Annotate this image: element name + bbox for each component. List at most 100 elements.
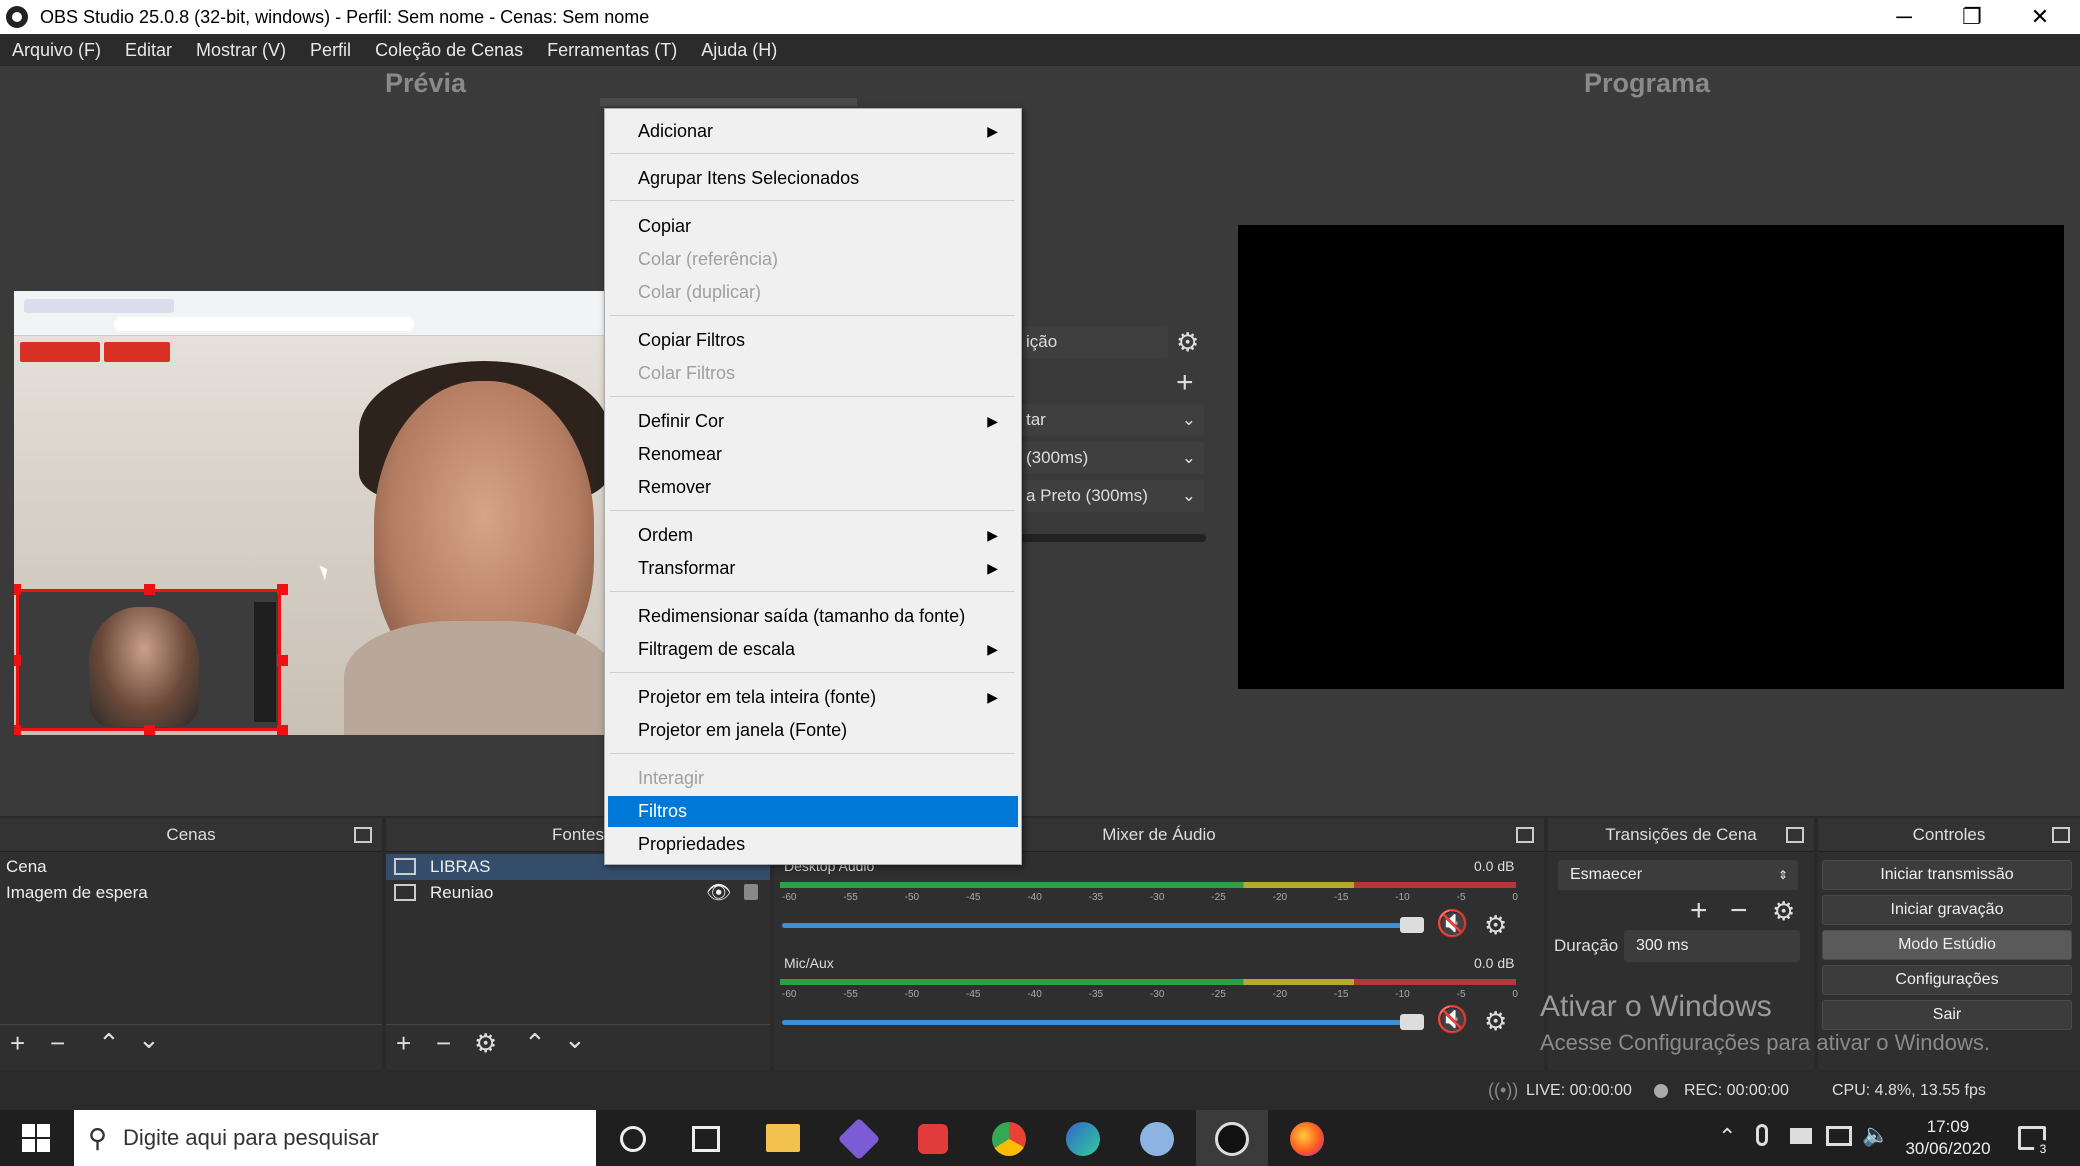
move-down-icon[interactable]: ⌄ <box>138 1026 160 1052</box>
studio-mode-button[interactable]: Modo Estúdio <box>1822 930 2072 960</box>
duplicate-scene-field[interactable]: ição <box>1020 326 1168 358</box>
move-down-icon[interactable]: ⌄ <box>564 1026 586 1052</box>
menu-item-ordem[interactable]: Ordem ▶ <box>608 520 1018 551</box>
close-button[interactable]: ✕ <box>2006 0 2074 34</box>
volume-slider[interactable] <box>782 923 1422 928</box>
volume-slider[interactable] <box>782 1020 1422 1025</box>
task-view-icon[interactable] <box>692 1126 720 1152</box>
app-icon[interactable] <box>837 1117 881 1161</box>
taskbar-search[interactable]: ⚲ Digite aqui para pesquisar <box>74 1110 596 1166</box>
remove-source-icon[interactable]: − <box>436 1030 451 1056</box>
microphone-icon[interactable] <box>1756 1124 1768 1146</box>
menu-arquivo[interactable]: Arquivo (F) <box>0 40 113 61</box>
battery-icon[interactable] <box>1790 1128 1812 1144</box>
resize-handle[interactable] <box>277 655 288 666</box>
file-explorer-icon[interactable] <box>766 1124 800 1152</box>
lock-icon[interactable] <box>744 884 758 900</box>
menu-item-redimensionar[interactable]: Redimensionar saída (tamanho da fonte) <box>608 601 1018 632</box>
scene-item[interactable]: Imagem de espera <box>0 880 382 906</box>
slider-knob[interactable] <box>1400 1014 1424 1030</box>
gear-icon[interactable]: ⚙ <box>474 1030 497 1056</box>
plus-icon[interactable]: + <box>1176 368 1194 398</box>
menu-colecao-cenas[interactable]: Coleção de Cenas <box>363 40 535 61</box>
resize-handle[interactable] <box>14 655 21 666</box>
undock-icon[interactable] <box>1786 827 1804 843</box>
move-up-icon[interactable]: ⌃ <box>524 1030 546 1056</box>
cpu-status: CPU: 4.8%, 13.55 fps <box>1832 1082 1986 1099</box>
chrome-icon[interactable] <box>992 1122 1026 1156</box>
add-scene-icon[interactable]: + <box>10 1030 25 1056</box>
mute-icon[interactable]: 🔇 <box>1436 1006 1468 1032</box>
undock-icon[interactable] <box>354 827 372 843</box>
gear-icon[interactable]: ⚙ <box>1176 329 1199 355</box>
windows-start-icon[interactable] <box>22 1124 50 1152</box>
transition-select-2[interactable]: (300ms) ⌄ <box>1020 442 1204 474</box>
remove-transition-icon[interactable]: − <box>1730 896 1748 926</box>
gear-icon[interactable]: ⚙ <box>1772 898 1795 924</box>
menu-item-definir-cor[interactable]: Definir Cor ▶ <box>608 406 1018 437</box>
mute-icon[interactable]: 🔇 <box>1436 910 1468 936</box>
gear-icon[interactable]: ⚙ <box>1484 1008 1507 1034</box>
remove-scene-icon[interactable]: − <box>50 1030 65 1056</box>
menu-item-colar-referencia[interactable]: Colar (referência) <box>608 244 1018 275</box>
menu-item-colar-duplicar[interactable]: Colar (duplicar) <box>608 277 1018 308</box>
menu-item-copiar-filtros[interactable]: Copiar Filtros <box>608 325 1018 356</box>
chevron-up-icon[interactable]: ⌃ <box>1718 1124 1736 1150</box>
clock[interactable]: 17:09 30/06/2020 <box>1900 1116 1996 1160</box>
start-streaming-button[interactable]: Iniciar transmissão <box>1822 860 2072 890</box>
volume-icon[interactable]: 🔈 <box>1862 1122 1889 1148</box>
transition-progress-bar[interactable] <box>1020 534 1206 542</box>
preview-canvas[interactable] <box>14 291 604 755</box>
menu-editar[interactable]: Editar <box>113 40 184 61</box>
transition-select-1[interactable]: tar ⌄ <box>1020 404 1204 436</box>
menu-item-colar-filtros[interactable]: Colar Filtros <box>608 358 1018 389</box>
transition-type-select[interactable]: Esmaecer ⇕ <box>1558 860 1798 890</box>
libras-source-selected[interactable] <box>16 589 281 731</box>
menu-item-copiar[interactable]: Copiar <box>608 211 1018 242</box>
duration-input[interactable]: 300 ms <box>1624 930 1800 962</box>
undock-icon[interactable] <box>2052 827 2070 843</box>
scene-item[interactable]: Cena <box>0 854 382 880</box>
screen-recorder-icon[interactable] <box>918 1124 948 1154</box>
menu-ajuda[interactable]: Ajuda (H) <box>689 40 789 61</box>
resize-handle[interactable] <box>14 584 21 595</box>
add-transition-icon[interactable]: + <box>1690 896 1708 926</box>
menu-ferramentas[interactable]: Ferramentas (T) <box>535 40 689 61</box>
scenes-title: Cenas <box>166 824 216 844</box>
obs-icon[interactable] <box>1215 1122 1249 1156</box>
gear-icon[interactable]: ⚙ <box>1484 912 1507 938</box>
menu-item-projetor-tela-inteira[interactable]: Projetor em tela inteira (fonte) ▶ <box>608 682 1018 713</box>
eye-icon[interactable]: 👁 <box>706 880 731 906</box>
slider-knob[interactable] <box>1400 917 1424 933</box>
menu-item-filtros[interactable]: Filtros <box>608 796 1018 827</box>
menu-item-filtragem-escala[interactable]: Filtragem de escala ▶ <box>608 634 1018 665</box>
edge-icon[interactable] <box>1066 1122 1100 1156</box>
start-recording-button[interactable]: Iniciar gravação <box>1822 895 2072 925</box>
menu-perfil[interactable]: Perfil <box>298 40 363 61</box>
menu-mostrar[interactable]: Mostrar (V) <box>184 40 298 61</box>
settings-button[interactable]: Configurações <box>1822 965 2072 995</box>
menu-item-agrupar[interactable]: Agrupar Itens Selecionados <box>608 163 1018 194</box>
cortana-icon[interactable] <box>620 1126 646 1152</box>
transition-select-3[interactable]: a Preto (300ms) ⌄ <box>1020 480 1204 512</box>
source-item-reuniao[interactable]: Reuniao 👁 <box>386 880 770 906</box>
firefox-icon[interactable] <box>1290 1122 1324 1156</box>
search-icon: ⚲ <box>88 1122 108 1153</box>
network-icon[interactable] <box>1826 1126 1852 1146</box>
undock-icon[interactable] <box>1516 827 1534 843</box>
menu-item-propriedades[interactable]: Propriedades <box>608 829 1018 860</box>
exit-button[interactable]: Sair <box>1822 1000 2072 1030</box>
menu-item-projetor-janela[interactable]: Projetor em janela (Fonte) <box>608 715 1018 746</box>
menu-item-remover[interactable]: Remover <box>608 472 1018 503</box>
move-up-icon[interactable]: ⌃ <box>98 1030 120 1056</box>
restore-button[interactable]: ❐ <box>1938 0 2006 34</box>
menu-item-adicionar[interactable]: Adicionar ▶ <box>608 116 1018 147</box>
minimize-button[interactable]: ─ <box>1870 0 1938 34</box>
resize-handle[interactable] <box>277 584 288 595</box>
resize-handle[interactable] <box>144 584 155 595</box>
menu-item-transformar[interactable]: Transformar ▶ <box>608 553 1018 584</box>
add-source-icon[interactable]: + <box>396 1030 411 1056</box>
paint-icon[interactable] <box>1140 1122 1174 1156</box>
menu-item-renomear[interactable]: Renomear <box>608 439 1018 470</box>
menu-item-interagir[interactable]: Interagir <box>608 763 1018 794</box>
